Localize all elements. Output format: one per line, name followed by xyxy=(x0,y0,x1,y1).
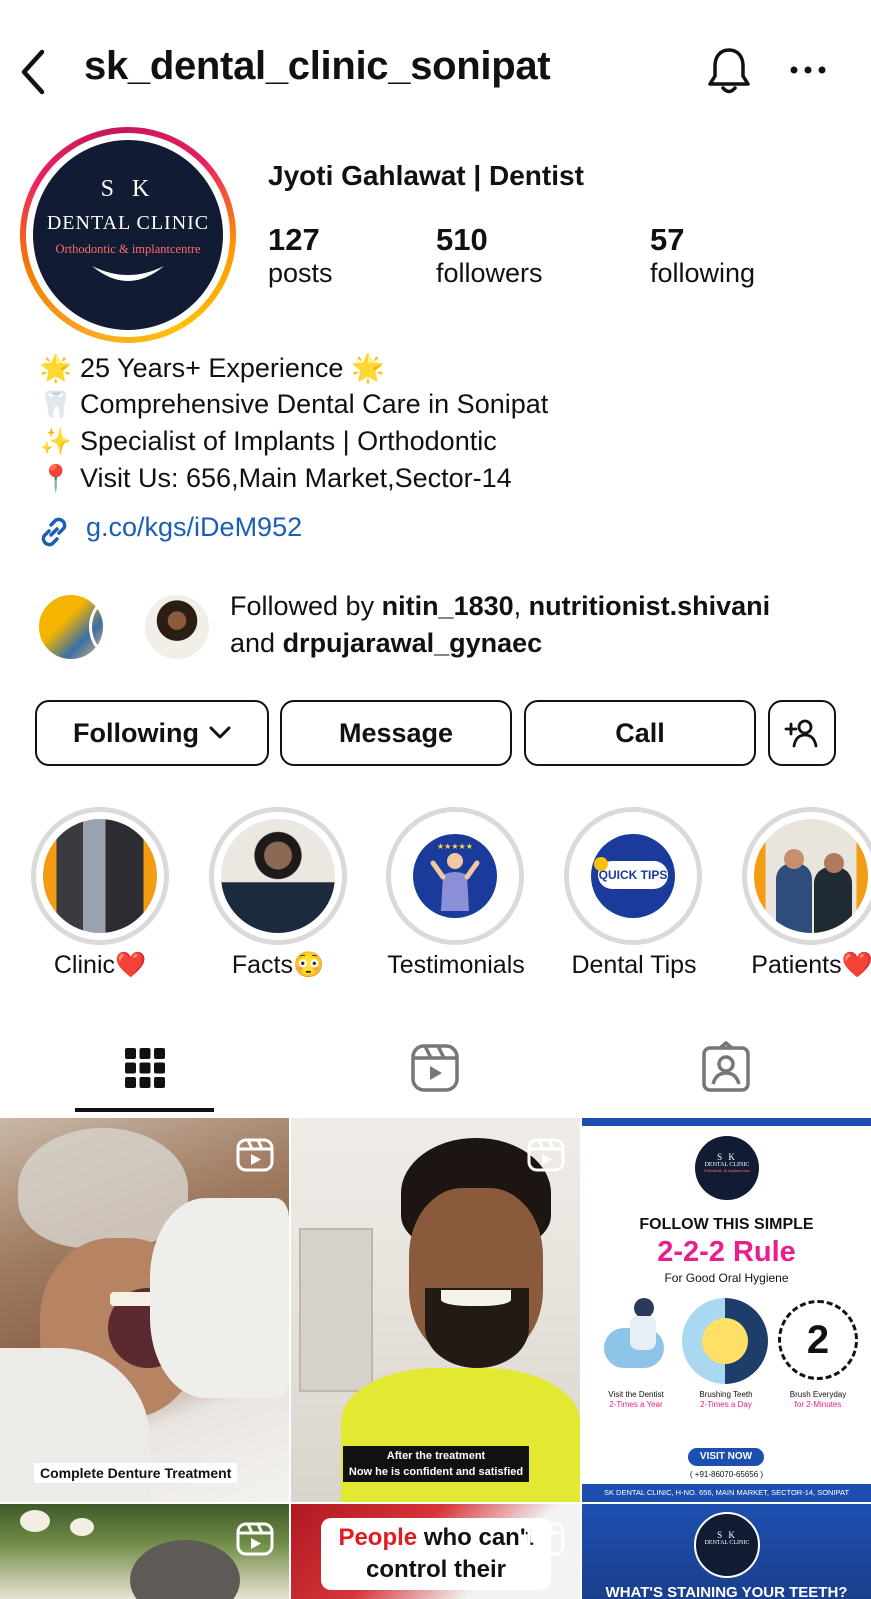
back-arrow-icon[interactable] xyxy=(18,46,50,98)
post-tile[interactable]: Complete Denture Treatment xyxy=(0,1118,289,1502)
post-tile[interactable] xyxy=(0,1504,289,1599)
star-emoji-icon: 🌟 xyxy=(39,353,73,383)
reel-icon xyxy=(527,1522,565,1556)
dentist-chair-illustration xyxy=(598,1298,674,1384)
following-button[interactable]: Following xyxy=(35,700,269,766)
profile-username: sk_dental_clinic_sonipat xyxy=(84,44,551,88)
highlight-label: Facts😳 xyxy=(231,951,325,979)
post-tile[interactable]: People who can't control their xyxy=(291,1504,580,1599)
tooth-emoji-icon: 🦷 xyxy=(39,389,73,419)
reels-tab-icon[interactable] xyxy=(407,1040,463,1096)
post-tile[interactable]: S K DENTAL CLINIC Orthodontic & implantc… xyxy=(582,1118,871,1502)
post-tile[interactable]: S K DENTAL CLINIC WHAT'S STAINING YOUR T… xyxy=(582,1504,871,1599)
followers-stat[interactable]: 510 followers xyxy=(436,222,543,289)
following-stat[interactable]: 57 following xyxy=(650,222,755,289)
follower-avatar[interactable] xyxy=(142,592,212,662)
call-button[interactable]: Call xyxy=(524,700,756,766)
mutual-follower[interactable]: nitin_1830 xyxy=(382,591,514,621)
highlight-patients-image xyxy=(754,819,868,933)
followed-by-text[interactable]: Followed by nitin_1830, nutritionist.shi… xyxy=(230,588,770,662)
clinic-logo: S K DENTAL CLINIC xyxy=(694,1512,760,1578)
highlight-testimonials-image: ★★★★★ xyxy=(398,819,512,933)
following-count: 57 xyxy=(650,222,685,257)
add-person-icon xyxy=(784,719,818,748)
post-tile[interactable]: After the treatment Now he is confident … xyxy=(291,1118,580,1502)
chevron-down-icon xyxy=(209,726,231,739)
post-caption: After the treatment Now he is confident … xyxy=(343,1446,529,1482)
bio-line: 🦷 Comprehensive Dental Care in Sonipat xyxy=(36,389,548,420)
highlight-facts-image xyxy=(221,819,335,933)
more-options-icon[interactable] xyxy=(790,62,826,78)
mutual-follower[interactable]: nutritionist.shivani xyxy=(529,591,771,621)
tagged-tab-icon[interactable] xyxy=(698,1040,754,1096)
highlight-label: Testimonials xyxy=(387,951,525,979)
logo-text-dental-clinic: DENTAL CLINIC xyxy=(46,212,210,234)
visit-now-badge: VISIT NOW xyxy=(688,1448,764,1466)
highlight-clinic-image xyxy=(43,819,157,933)
sparkles-emoji-icon: ✨ xyxy=(39,426,73,456)
profile-avatar[interactable]: S K DENTAL CLINIC Orthodontic & implantc… xyxy=(33,140,223,330)
posts-stat[interactable]: 127 posts xyxy=(268,222,333,289)
highlight-label: Clinic❤️ xyxy=(53,951,147,979)
bio-line: 🌟 25 Years+ Experience 🌟 xyxy=(36,352,385,384)
display-name: Jyoti Gahlawat | Dentist xyxy=(268,160,584,191)
notification-bell-icon[interactable] xyxy=(706,46,752,96)
clinic-logo: S K DENTAL CLINIC Orthodontic & implantc… xyxy=(695,1136,759,1200)
active-tab-indicator xyxy=(75,1108,214,1112)
bio-link-text: g.co/kgs/iDeM952 xyxy=(86,512,303,542)
sun-moon-illustration xyxy=(682,1298,768,1384)
smile-logo-icon xyxy=(92,266,164,281)
suggest-people-button[interactable] xyxy=(768,700,836,766)
following-label: following xyxy=(650,258,756,288)
mutual-follower[interactable]: drpujarawal_gynaec xyxy=(283,628,543,658)
svg-text:★★★★★: ★★★★★ xyxy=(437,842,473,851)
highlight-label: Patients❤️ xyxy=(751,951,871,979)
link-icon xyxy=(41,517,67,547)
bulb-icon xyxy=(594,857,608,871)
logo-text-subtitle: Orthodontic & implantcentre xyxy=(55,242,201,256)
top-bar: sk_dental_clinic_sonipat xyxy=(0,0,871,120)
timer-illustration: 2 xyxy=(778,1300,858,1380)
message-button[interactable]: Message xyxy=(280,700,512,766)
bio-line: ✨ Specialist of Implants | Orthodontic xyxy=(36,426,497,457)
highlight-dental-tips-image: QUICK TIPS xyxy=(576,819,690,933)
bio-line: 📍 Visit Us: 656,Main Market,Sector-14 xyxy=(36,463,512,494)
posts-count: 127 xyxy=(268,222,320,257)
reel-icon xyxy=(236,1522,274,1556)
highlight-label: Dental Tips xyxy=(571,951,697,979)
reel-icon xyxy=(236,1138,274,1172)
posts-label: posts xyxy=(268,258,333,288)
posts-grid-tab-icon[interactable] xyxy=(117,1040,173,1096)
quick-tips-badge: QUICK TIPS xyxy=(598,861,668,889)
post-caption: People who can't control their xyxy=(321,1518,551,1590)
post-caption: Complete Denture Treatment xyxy=(34,1463,238,1483)
followers-count: 510 xyxy=(436,222,488,257)
logo-text-sk: S K xyxy=(100,176,156,202)
reel-icon xyxy=(527,1138,565,1172)
thumbs-up-person-icon: ★★★★★ xyxy=(430,842,480,911)
pin-emoji-icon: 📍 xyxy=(39,463,73,493)
followers-label: followers xyxy=(436,258,543,288)
